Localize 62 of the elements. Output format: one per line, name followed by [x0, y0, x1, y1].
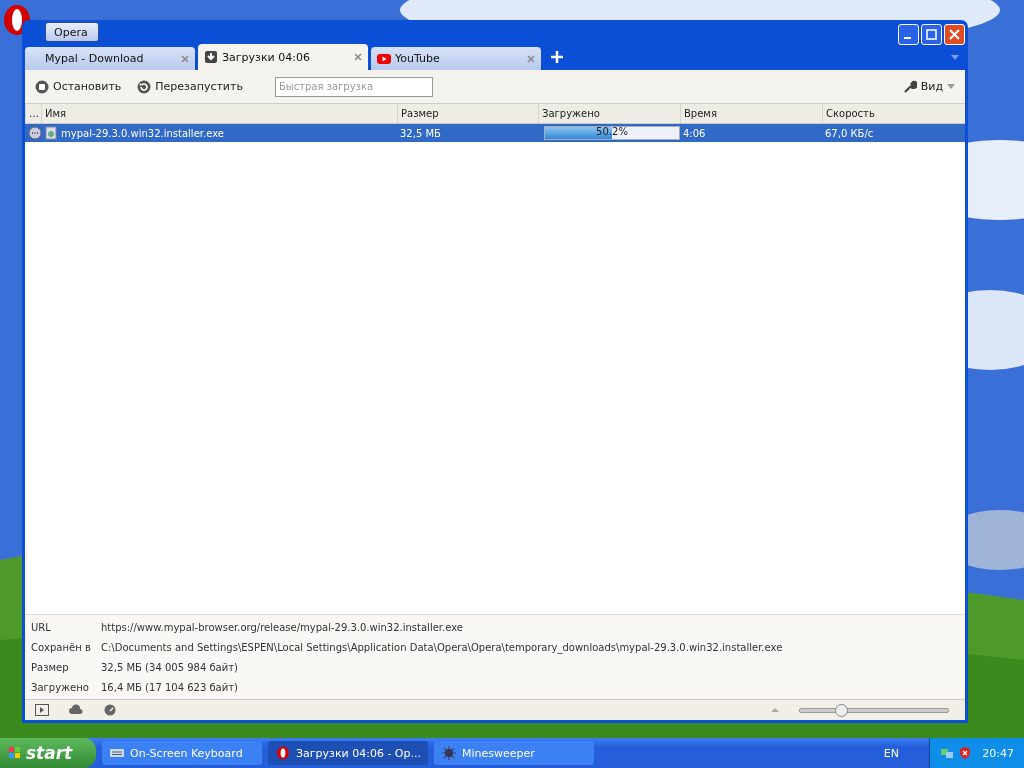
time-cell-text: 4:06 — [682, 127, 707, 139]
minimize-button[interactable] — [898, 23, 919, 45]
taskbar-button[interactable]: Загрузки 04:06 - Op... — [268, 741, 428, 765]
close-tab-icon[interactable] — [354, 53, 362, 61]
panel-icon[interactable] — [35, 704, 49, 716]
column-header[interactable]: Размер — [397, 104, 538, 123]
detail-label: URL — [31, 620, 52, 635]
language-indicator[interactable]: EN — [883, 746, 899, 760]
detail-value: 16,4 МБ (17 104 623 байт) — [101, 680, 239, 695]
windows-flag-icon — [8, 746, 22, 760]
detail-label: Размер — [31, 660, 70, 675]
close-tab-icon[interactable] — [527, 54, 535, 63]
opera-icon — [276, 746, 290, 760]
column-header[interactable]: … — [25, 104, 41, 123]
clock: 20:47 — [982, 746, 1014, 760]
mine-icon — [442, 746, 456, 760]
column-header[interactable]: Время — [680, 104, 822, 123]
shield-icon[interactable] — [958, 746, 972, 760]
minimize-icon — [903, 37, 911, 39]
browser-tab[interactable]: YouTube — [371, 47, 541, 70]
file-name-cell: mypal-29.3.0.win32.installer.exe — [41, 126, 397, 140]
close-button[interactable] — [944, 23, 965, 45]
download-row[interactable]: mypal-29.3.0.win32.installer.exe 32,5 МБ 50.2% 4:06 67,0 КБ/с — [25, 124, 965, 142]
close-tab-icon[interactable] — [181, 54, 189, 63]
caret-icon — [947, 84, 955, 89]
browser-tab[interactable]: Загрузки 04:06 — [198, 44, 368, 70]
youtube-icon — [377, 51, 391, 66]
slider-thumb[interactable] — [835, 703, 849, 717]
browser-tab[interactable]: Mypal - Download — [25, 47, 195, 70]
restart-icon — [137, 79, 152, 94]
opera-menu-button[interactable]: Opera — [45, 22, 99, 42]
installer-icon — [44, 126, 58, 140]
maximize-button[interactable] — [921, 23, 942, 45]
size-cell-text: 32,5 МБ — [399, 127, 442, 139]
detail-value: C:\Documents and Settings\ESPEN\Local Settings\Application Data\Opera\Opera\temporary_downloads\mypal-29.3.0.win32.installer.exe — [101, 640, 784, 656]
detail-value: https://www.mypal-browser.org/release/mypal-29.3.0.win32.installer.exe — [101, 620, 464, 635]
wrench-icon — [902, 79, 917, 94]
column-header[interactable]: Загружено — [538, 104, 680, 123]
new-tab-icon[interactable] — [550, 50, 564, 64]
progress-text: 50.2% — [595, 126, 629, 137]
column-header[interactable]: Скорость — [822, 104, 965, 123]
speed-cell-text: 67,0 КБ/с — [824, 127, 875, 139]
close-icon — [949, 28, 960, 40]
detail-value: 32,5 МБ (34 005 984 байт) — [101, 660, 239, 675]
detail-label: Загружено — [31, 680, 90, 695]
speedometer-icon[interactable] — [103, 704, 117, 716]
cloud-icon[interactable] — [69, 704, 83, 716]
stop-icon — [35, 79, 49, 94]
view-button[interactable]: Вид — [902, 79, 955, 94]
taskbar-button[interactable]: Minesweeper — [434, 741, 594, 765]
column-header[interactable]: Имя — [41, 104, 397, 123]
keyboard-icon — [110, 746, 124, 760]
taskbar-button[interactable]: On-Screen Keyboard — [102, 741, 262, 765]
download-icon — [204, 50, 218, 64]
zoom-out-icon[interactable] — [771, 708, 779, 712]
quick-download-field[interactable]: Быстрая загрузка — [274, 76, 433, 97]
tab-menu-icon[interactable] — [951, 54, 959, 60]
toolbar-button[interactable]: Остановить — [35, 79, 122, 94]
toolbar-button[interactable]: Перезапустить — [137, 79, 243, 94]
maximize-icon — [926, 28, 937, 40]
detail-label: Сохранён в — [31, 640, 92, 655]
more-icon[interactable] — [28, 126, 42, 140]
